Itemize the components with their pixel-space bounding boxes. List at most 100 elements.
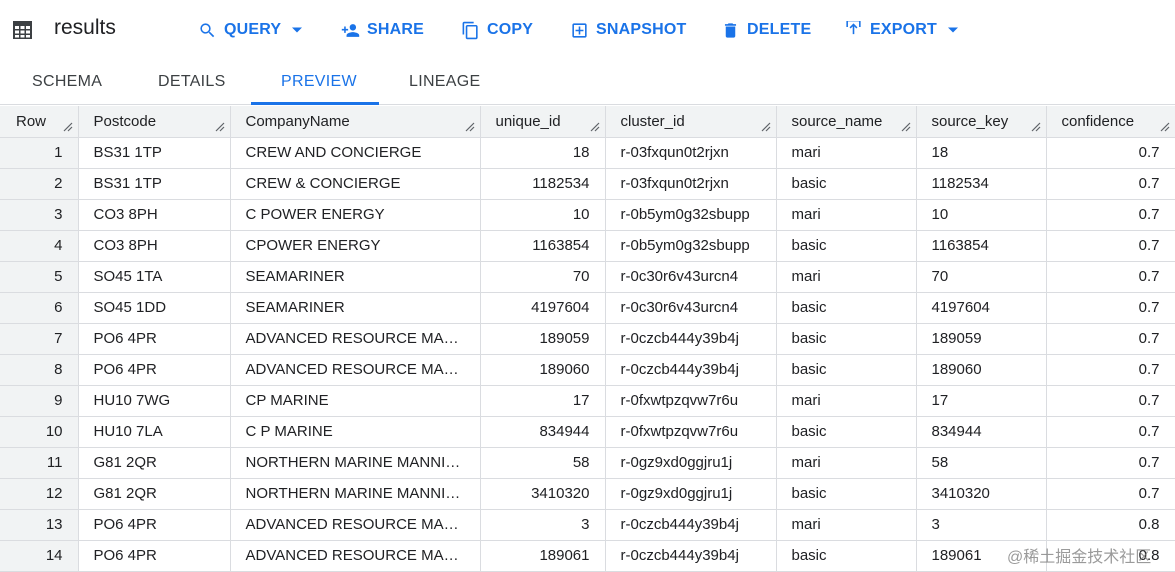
results-table: Row Postcode CompanyName unique_id cluster_i… — [0, 106, 1175, 572]
cell-cluster-id: r-0czcb444y39b4j — [605, 323, 777, 355]
column-header-source-key[interactable]: source_key — [916, 106, 1047, 138]
table-row[interactable]: 12 G81 2QR NORTHERN MARINE MANNING 3410320 r… — [0, 478, 1175, 510]
tab-preview[interactable]: PREVIEW — [281, 73, 357, 91]
row-number: 9 — [0, 385, 79, 417]
cell-source-name: mari — [776, 385, 917, 417]
row-number: 1 — [0, 137, 79, 169]
cell-postcode: SO45 1DD — [78, 292, 231, 324]
copy-button[interactable]: COPY — [461, 18, 533, 42]
share-user-icon — [341, 23, 360, 37]
table-row[interactable]: 9 HU10 7WG CP MARINE 17 r-0fxwtpzqvw7r6u mari… — [0, 385, 1175, 417]
cell-companyname: SEAMARINER — [230, 261, 481, 293]
column-header-postcode[interactable]: Postcode — [78, 106, 231, 138]
table-row[interactable]: 11 G81 2QR NORTHERN MARINE MANNIN… 58 r-0gz9… — [0, 447, 1175, 479]
table-row[interactable]: 8 PO6 4PR ADVANCED RESOURCE MANA… 189060 r-0… — [0, 354, 1175, 386]
cell-source-key: 3410320 — [916, 478, 1047, 510]
export-icon — [846, 20, 861, 34]
resize-grip-icon[interactable] — [465, 122, 475, 132]
cell-source-name: mari — [776, 199, 917, 231]
delete-button[interactable]: DELETE — [721, 18, 811, 42]
cell-postcode: SO45 1TA — [78, 261, 231, 293]
cell-cluster-id: r-0czcb444y39b4j — [605, 509, 777, 541]
cell-source-key: 70 — [916, 261, 1047, 293]
table-row[interactable]: 1 BS31 1TP CREW AND CONCIERGE 18 r-03fxqun0t… — [0, 137, 1175, 169]
caret-down-icon — [292, 27, 303, 33]
column-header-label: unique_id — [495, 112, 561, 130]
snapshot-button[interactable]: SNAPSHOT — [570, 18, 687, 42]
cell-source-key: 18 — [916, 137, 1047, 169]
cell-unique-id: 834944 — [480, 416, 606, 448]
resize-grip-icon[interactable] — [215, 122, 225, 132]
cell-companyname: CP MARINE — [230, 385, 481, 417]
cell-confidence: 0.7 — [1046, 447, 1175, 479]
cell-postcode: BS31 1TP — [78, 137, 231, 169]
cell-unique-id: 3 — [480, 509, 606, 541]
cell-source-key: 17 — [916, 385, 1047, 417]
cell-unique-id: 189060 — [480, 354, 606, 386]
column-header-label: Row — [16, 112, 47, 130]
cell-cluster-id: r-03fxqun0t2rjxn — [605, 168, 777, 200]
cell-postcode: BS31 1TP — [78, 168, 231, 200]
column-header-cluster-id[interactable]: cluster_id — [605, 106, 777, 138]
cell-unique-id: 1182534 — [480, 168, 606, 200]
share-button[interactable]: SHARE — [341, 18, 424, 42]
table-row[interactable]: 10 HU10 7LA C P MARINE 834944 r-0fxwtpzqvw7r… — [0, 416, 1175, 448]
tab-lineage[interactable]: LINEAGE — [409, 73, 480, 91]
cell-source-name: basic — [776, 478, 917, 510]
table-row[interactable]: 7 PO6 4PR ADVANCED RESOURCE MANA… 189059 r-0… — [0, 323, 1175, 355]
tab-details[interactable]: DETAILS — [158, 73, 226, 91]
table-row[interactable]: 2 BS31 1TP CREW & CONCIERGE 1182534 r-03fxqu… — [0, 168, 1175, 200]
cell-unique-id: 189059 — [480, 323, 606, 355]
column-header-row[interactable]: Row — [0, 106, 79, 138]
cell-companyname: ADVANCED RESOURCE MANA… — [230, 323, 481, 355]
table-row[interactable]: 5 SO45 1TA SEAMARINER 70 r-0c30r6v43urcn4 mar… — [0, 261, 1175, 293]
table-body: 1 BS31 1TP CREW AND CONCIERGE 18 r-03fxqun0t… — [0, 137, 1175, 572]
cell-cluster-id: r-0c30r6v43urcn4 — [605, 292, 777, 324]
toolbar: results QUERY SHARE COPY SNAPSHOT DELETE… — [0, 0, 1175, 58]
cell-cluster-id: r-0fxwtpzqvw7r6u — [605, 416, 777, 448]
resize-grip-icon[interactable] — [1031, 122, 1041, 132]
cell-companyname: SEAMARINER — [230, 292, 481, 324]
cell-unique-id: 17 — [480, 385, 606, 417]
export-button[interactable]: EXPORT — [844, 18, 959, 42]
table-row[interactable]: 6 SO45 1DD SEAMARINER 4197604 r-0c30r6v43urc… — [0, 292, 1175, 324]
column-header-unique-id[interactable]: unique_id — [480, 106, 606, 138]
table-row[interactable]: 3 CO3 8PH C POWER ENERGY 10 r-0b5ym0g32sbupp… — [0, 199, 1175, 231]
column-header-confidence[interactable]: confidence — [1046, 106, 1175, 138]
resize-grip-icon[interactable] — [1160, 122, 1170, 132]
cell-postcode: G81 2QR — [78, 447, 231, 479]
snapshot-icon — [572, 22, 587, 38]
table-row[interactable]: 13 PO6 4PR ADVANCED RESOURCE MANA… 3 r-0czcb… — [0, 509, 1175, 541]
query-button-label: QUERY — [224, 21, 282, 38]
cell-cluster-id: r-0czcb444y39b4j — [605, 540, 777, 572]
cell-source-name: basic — [776, 230, 917, 262]
resize-grip-icon[interactable] — [761, 122, 771, 132]
resize-grip-icon[interactable] — [63, 122, 73, 132]
column-header-label: Postcode — [93, 112, 157, 130]
table-row[interactable]: 14 PO6 4PR ADVANCED RESOURCE MANA… 189061 r-… — [0, 540, 1175, 572]
cell-unique-id: 58 — [480, 447, 606, 479]
cell-companyname: C POWER ENERGY — [230, 199, 481, 231]
cell-unique-id: 4197604 — [480, 292, 606, 324]
cell-confidence: 0.7 — [1046, 261, 1175, 293]
cell-cluster-id: r-0czcb444y39b4j — [605, 354, 777, 386]
query-button[interactable]: QUERY — [198, 18, 303, 42]
resize-grip-icon[interactable] — [901, 122, 911, 132]
cell-source-name: basic — [776, 416, 917, 448]
table-row[interactable]: 4 CO3 8PH CPOWER ENERGY 1163854 r-0b5ym0g32s… — [0, 230, 1175, 262]
column-header-source-name[interactable]: source_name — [776, 106, 917, 138]
column-header-companyname[interactable]: CompanyName — [230, 106, 481, 138]
cell-postcode: PO6 4PR — [78, 540, 231, 572]
share-button-label: SHARE — [367, 21, 425, 38]
resize-grip-icon[interactable] — [590, 122, 600, 132]
row-number: 11 — [0, 447, 79, 479]
copy-icon — [462, 21, 478, 39]
cell-companyname: ADVANCED RESOURCE MANA… — [230, 509, 481, 541]
cell-source-name: mari — [776, 509, 917, 541]
column-header-label: source_key — [931, 112, 1009, 130]
cell-source-key: 1163854 — [916, 230, 1047, 262]
cell-postcode: HU10 7WG — [78, 385, 231, 417]
cell-confidence: 0.7 — [1046, 168, 1175, 200]
tab-schema[interactable]: SCHEMA — [32, 73, 102, 91]
cell-source-name: basic — [776, 168, 917, 200]
